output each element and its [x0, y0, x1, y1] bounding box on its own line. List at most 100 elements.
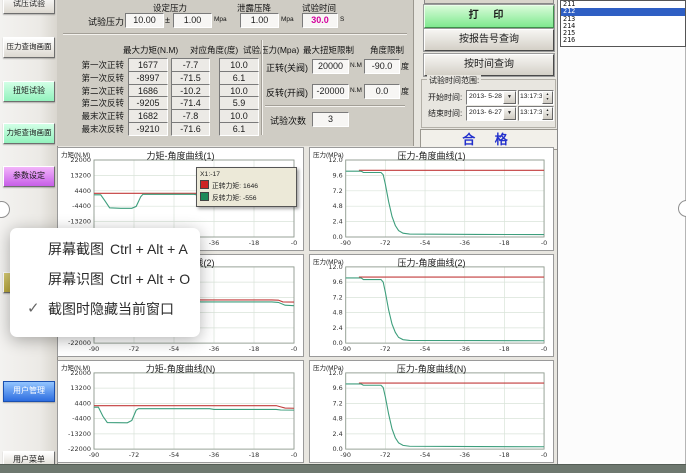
query-by-report-button[interactable]: 按报告号查询: [424, 29, 554, 51]
start-date-combo[interactable]: 2013- 5-28 ▼: [466, 90, 517, 105]
menu-item-screen-ocr[interactable]: 屏幕识图Ctrl + Alt + O: [10, 264, 200, 294]
svg-text:-18: -18: [499, 345, 510, 353]
svg-text:-18: -18: [249, 451, 260, 459]
reverse-angle-field[interactable]: 0.0: [364, 84, 400, 99]
legend-item: 正转力矩: 1646: [200, 180, 293, 192]
measure-row-label: 最末次正转: [59, 110, 124, 122]
menu-item-screen-capture[interactable]: 屏幕截图Ctrl + Alt + A: [10, 234, 200, 264]
test-pressure-label: 试验压力: [88, 15, 124, 28]
sidebar-item-param-setting[interactable]: 参数设定: [3, 166, 55, 187]
svg-text:-18: -18: [249, 239, 260, 247]
forward-torque-field[interactable]: 20000: [312, 59, 349, 74]
deg-unit-1: 度: [401, 61, 409, 72]
sidebar-item-torque-query[interactable]: 力矩查询画面: [3, 123, 55, 144]
divider: [63, 33, 407, 35]
divider: [265, 105, 405, 107]
test-pressure-field[interactable]: 10.00: [125, 13, 164, 28]
sidebar-item-torque-test[interactable]: 扭矩试验: [3, 81, 55, 102]
spinner-arrows-icon[interactable]: ▲▼: [542, 91, 553, 104]
chart-title: 压力-角度曲线(N): [310, 362, 553, 375]
nm-unit-2: N.M: [350, 87, 362, 94]
check-icon: ✓: [27, 294, 40, 324]
measure-row: 最末次反转 -9210 -71.6 6.1: [57, 122, 413, 135]
measure-row-label: 第一次正转: [59, 59, 124, 71]
reverse-label: 反转(开阀): [266, 86, 308, 99]
end-date-value: 2013- 6-27: [467, 107, 502, 119]
time-range-label: 试验时间范围:: [427, 75, 481, 86]
measure-row-label: 第二次正转: [59, 85, 124, 97]
svg-text:-72: -72: [129, 345, 140, 353]
svg-text:4.8: 4.8: [332, 202, 342, 210]
print-button[interactable]: 打 印: [424, 5, 554, 28]
svg-text:-0: -0: [541, 239, 547, 247]
reverse-torque-field[interactable]: -20000: [312, 84, 349, 99]
parameter-panel: 设定压力 泄露压降 试验时间 试验压力 10.00 ± 1.00 Mpa 1.0…: [57, 0, 414, 146]
svg-text:2.4: 2.4: [332, 324, 342, 332]
svg-text:-0: -0: [291, 451, 297, 459]
sidebar-item-pressure-query[interactable]: 压力查询画面: [3, 37, 55, 58]
svg-text:4400: 4400: [74, 187, 91, 195]
legend-item: 反转力矩: -556: [200, 192, 293, 204]
chart-pressure-n: 12.09.67.24.82.40.0-90-72-54-36-18-0压力(M…: [309, 360, 554, 463]
query-by-time-button[interactable]: 按时间查询: [424, 54, 554, 76]
report-list-item[interactable]: 214: [561, 23, 685, 30]
mpa-unit-2: Mpa: [281, 16, 294, 23]
spinner-arrows-icon[interactable]: ▲▼: [542, 107, 553, 120]
svg-text:-0: -0: [291, 239, 297, 247]
plusminus-label: ±: [165, 15, 170, 25]
svg-text:-72: -72: [129, 451, 140, 459]
svg-text:-22000: -22000: [68, 445, 91, 453]
forward-angle-field[interactable]: -90.0: [364, 59, 400, 74]
sidebar-item-pressure-test[interactable]: 试压试验: [3, 0, 55, 14]
test-time-field[interactable]: 30.0: [302, 13, 338, 28]
report-number-list[interactable]: 211212213214215216: [560, 0, 686, 47]
sidebar-item-user-manage[interactable]: 用户管理: [3, 381, 55, 402]
mpa-unit-1: Mpa: [214, 16, 227, 23]
measure-row-label: 第一次反转: [59, 72, 124, 84]
end-date-combo[interactable]: 2013- 6-27 ▼: [466, 106, 517, 121]
forward-label: 正转(关阀): [266, 61, 308, 74]
svg-text:-0: -0: [541, 451, 547, 459]
start-date-value: 2013- 5-28: [467, 91, 502, 103]
leak-drop-field[interactable]: 1.00: [240, 13, 279, 28]
svg-text:-13200: -13200: [68, 430, 91, 438]
nm-unit-1: N.M: [350, 62, 362, 69]
menu-item-label: 截图时隐藏当前窗口: [48, 301, 174, 317]
svg-text:-4400: -4400: [72, 202, 91, 210]
test-count-field[interactable]: 3: [312, 112, 349, 127]
chart-pressure-2: 12.09.67.24.82.40.0-90-72-54-36-18-0压力(M…: [309, 254, 554, 357]
report-panel: 211212213214215216: [557, 0, 686, 465]
chart-pressure-1: 12.09.67.24.82.40.0-90-72-54-36-18-0压力(M…: [309, 147, 554, 251]
report-list-item[interactable]: 212: [561, 8, 685, 15]
report-list-item[interactable]: 211: [561, 1, 685, 8]
end-time-spinner[interactable]: 13:17:35 ▲▼: [518, 106, 554, 121]
svg-text:-36: -36: [209, 239, 220, 247]
report-list-item[interactable]: 216: [561, 37, 685, 44]
angle-header: 对应角度(度): [190, 44, 238, 56]
measure-row-label: 最末次反转: [59, 123, 124, 135]
clipped-button[interactable]: [424, 0, 554, 4]
legend-swatch-icon: [200, 192, 209, 201]
measure-row-label: 第二次反转: [59, 97, 124, 109]
svg-text:-36: -36: [459, 345, 470, 353]
menu-item-label: 屏幕识图: [48, 271, 104, 287]
pressure-value-field: 6.1: [219, 122, 259, 136]
tolerance-field[interactable]: 1.00: [173, 13, 212, 28]
svg-text:-18: -18: [249, 345, 260, 353]
svg-text:-36: -36: [459, 239, 470, 247]
menu-item-hide-window[interactable]: ✓ 截图时隐藏当前窗口: [10, 294, 200, 324]
app-window: 试压试验 压力查询画面 扭矩试验 力矩查询画面 参数设定 厂家参数 用户管理 用…: [0, 0, 686, 473]
svg-text:2.4: 2.4: [332, 430, 342, 438]
report-list-item[interactable]: 213: [561, 16, 685, 23]
chevron-down-icon[interactable]: ▼: [503, 107, 516, 120]
svg-text:-90: -90: [89, 451, 100, 459]
menu-item-label: 屏幕截图: [48, 241, 104, 257]
chart-legend: X1:-17正转力矩: 1646反转力矩: -556: [196, 167, 297, 207]
legend-swatch-icon: [200, 180, 209, 189]
chevron-down-icon[interactable]: ▼: [503, 91, 516, 104]
svg-text:7.2: 7.2: [332, 293, 342, 301]
max-torque-header: 最大力矩(N.M): [123, 44, 178, 56]
report-list-item[interactable]: 215: [561, 30, 685, 37]
svg-text:-22000: -22000: [68, 339, 91, 347]
start-time-spinner[interactable]: 13:17:35 ▲▼: [518, 90, 554, 105]
